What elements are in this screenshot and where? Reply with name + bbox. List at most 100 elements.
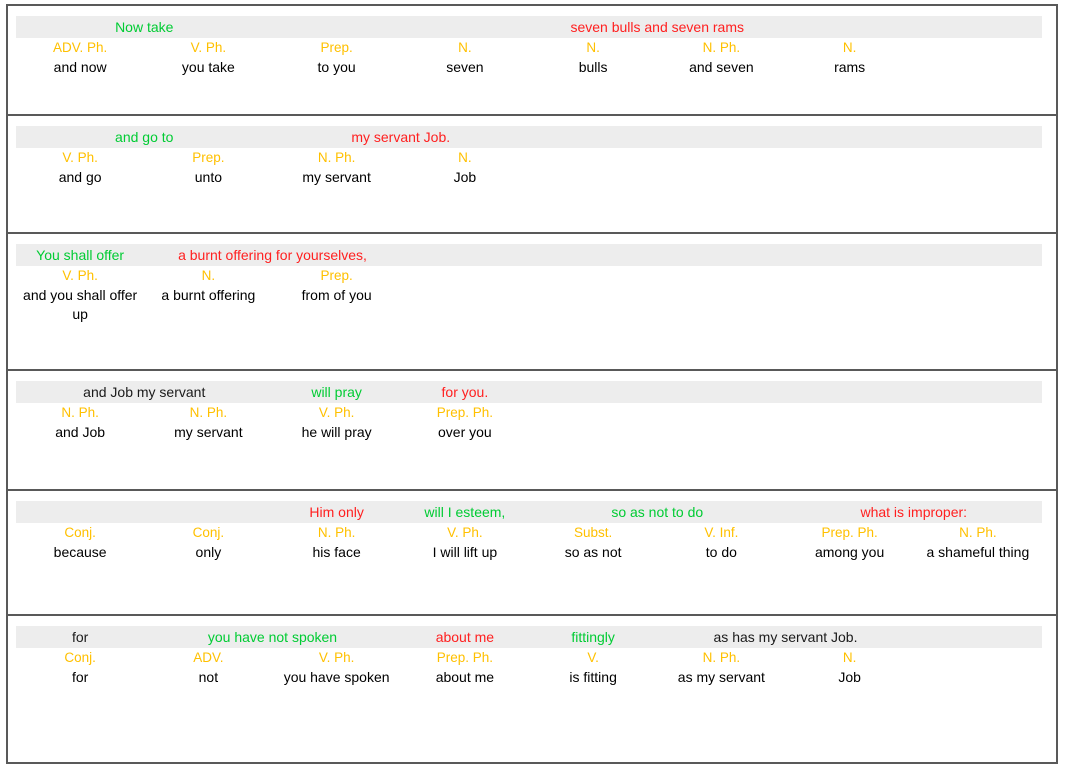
gloss-text: a shameful thing xyxy=(926,544,1030,560)
gloss-text: because xyxy=(53,544,107,560)
verse-row: and Job my servant will pray for you. N. Ph… xyxy=(8,371,1056,491)
translation-band: for you have not spoken about me fittingly a… xyxy=(16,626,1042,648)
gloss-text: and seven xyxy=(689,59,754,75)
gloss-text: unto xyxy=(194,169,222,185)
gloss-text: a burnt offering xyxy=(161,287,256,303)
gloss-columns: Conj. because Conj. only N. Ph. his face V. Ph… xyxy=(16,523,1042,562)
part-of-speech-label: Prep. xyxy=(192,150,225,165)
gloss-text: and go xyxy=(58,169,102,185)
gloss-text: is fitting xyxy=(569,669,617,685)
gloss-column: Conj. only xyxy=(144,523,272,562)
verse-row: and go to my servant Job. V. Ph. and go Prep… xyxy=(8,116,1056,234)
translation-segment: for xyxy=(71,629,89,645)
gloss-columns: V. Ph. and go Prep. unto N. Ph. my servant N. J… xyxy=(16,148,1042,187)
part-of-speech-label: V. Ph. xyxy=(190,40,227,55)
translation-segment: about me xyxy=(435,629,495,645)
part-of-speech-label: ADV. Ph. xyxy=(52,40,108,55)
part-of-speech-label: V. Ph. xyxy=(62,150,98,165)
part-of-speech-label: N. xyxy=(201,268,216,283)
gloss-text: rams xyxy=(834,59,866,75)
gloss-column: V. Ph. I will lift up xyxy=(401,523,529,562)
gloss-columns: ADV. Ph. and now V. Ph. you take Prep. to you… xyxy=(16,38,1042,77)
gloss-column: Prep. Ph. among you xyxy=(786,523,914,562)
part-of-speech-label: Subst. xyxy=(573,525,613,540)
part-of-speech-label: N. Ph. xyxy=(702,40,741,55)
part-of-speech-label: Prep. xyxy=(320,268,353,283)
part-of-speech-label: Prep. Ph. xyxy=(436,405,494,420)
translation-segment: as has my servant Job. xyxy=(713,629,858,645)
translation-segment: and Job my servant xyxy=(83,384,206,400)
translation-segment: and go to xyxy=(115,129,174,145)
translation-segment: will pray xyxy=(311,384,362,400)
verse-row: Him only will I esteem, so as not to do wha… xyxy=(8,491,1056,616)
translation-band: You shall offer a burnt offering for your… xyxy=(16,244,1042,266)
gloss-text: over you xyxy=(438,424,492,440)
translation-segment: my servant Job. xyxy=(351,129,451,145)
gloss-column: Conj. for xyxy=(16,648,144,687)
part-of-speech-label: V. Inf. xyxy=(704,525,739,540)
gloss-text: he will pray xyxy=(301,424,372,440)
part-of-speech-label: ADV. xyxy=(193,650,224,665)
gloss-text: I will lift up xyxy=(432,544,498,560)
translation-segment: You shall offer xyxy=(36,247,125,263)
translation-band: Him only will I esteem, so as not to do wha… xyxy=(16,501,1042,523)
translation-segment: you have not spoken xyxy=(207,629,338,645)
gloss-column: V. Ph. and go xyxy=(16,148,144,187)
gloss-column: ADV. Ph. and now xyxy=(16,38,144,77)
gloss-text: seven xyxy=(446,59,484,75)
part-of-speech-label: N. Ph. xyxy=(61,405,99,420)
part-of-speech-label: N. xyxy=(842,40,857,55)
gloss-column: N. Job xyxy=(401,148,529,187)
gloss-text: as my servant xyxy=(677,669,765,685)
gloss-text: from of you xyxy=(301,287,372,303)
interlinear-table: Now take seven bulls and seven rams ADV. P… xyxy=(6,4,1058,764)
gloss-column: V. Inf. to do xyxy=(657,523,785,562)
translation-segment: for you. xyxy=(441,384,489,400)
gloss-column: Prep. unto xyxy=(144,148,272,187)
gloss-column: N. Ph. his face xyxy=(273,523,401,562)
gloss-column: V. Ph. and you shall offer up xyxy=(16,266,144,324)
gloss-text: Job xyxy=(838,669,861,685)
gloss-text: only xyxy=(195,544,222,560)
gloss-column: N. seven xyxy=(401,38,529,77)
gloss-column: Prep. Ph. about me xyxy=(401,648,529,687)
part-of-speech-label: N. Ph. xyxy=(702,650,741,665)
translation-segment: a burnt offering for yourselves, xyxy=(178,247,367,263)
gloss-text: among you xyxy=(814,544,885,560)
gloss-text: my servant xyxy=(174,424,243,440)
gloss-column: Prep. from of you xyxy=(273,266,401,305)
part-of-speech-label: Conj. xyxy=(64,525,96,540)
gloss-column: N. Ph. as my servant xyxy=(657,648,785,687)
part-of-speech-label: N. xyxy=(586,40,600,55)
gloss-column: N. rams xyxy=(786,38,914,77)
gloss-column: N. Ph. my servant xyxy=(144,403,272,442)
part-of-speech-label: Prep. Ph. xyxy=(821,525,878,540)
gloss-text: so as not xyxy=(564,544,622,560)
gloss-column: N. Ph. and seven xyxy=(657,38,785,77)
part-of-speech-label: V. Ph. xyxy=(318,650,355,665)
part-of-speech-label: N. xyxy=(458,40,472,55)
gloss-text: and you shall offer up xyxy=(23,287,138,322)
gloss-text: bulls xyxy=(578,59,608,75)
gloss-column: V. is fitting xyxy=(529,648,657,687)
part-of-speech-label: V. Ph. xyxy=(447,525,483,540)
gloss-text: to do xyxy=(705,544,737,560)
gloss-text: and now xyxy=(53,59,107,75)
part-of-speech-label: N. xyxy=(842,650,857,665)
part-of-speech-label: Prep. xyxy=(320,40,353,55)
part-of-speech-label: V. Ph. xyxy=(62,268,98,283)
part-of-speech-label: Prep. Ph. xyxy=(436,650,494,665)
gloss-columns: Conj. for ADV. not V. Ph. you have spoken Prep… xyxy=(16,648,1042,687)
gloss-column: N. bulls xyxy=(529,38,657,77)
gloss-column: N. Job xyxy=(786,648,914,687)
gloss-columns: N. Ph. and Job N. Ph. my servant V. Ph. he wi… xyxy=(16,403,1042,442)
part-of-speech-label: N. Ph. xyxy=(959,525,997,540)
gloss-columns: V. Ph. and you shall offer up N. a burnt of… xyxy=(16,266,1042,324)
gloss-column: V. Ph. you take xyxy=(144,38,272,77)
gloss-column: V. Ph. he will pray xyxy=(273,403,401,442)
part-of-speech-label: V. xyxy=(587,650,599,665)
gloss-text: his face xyxy=(312,544,361,560)
gloss-text: and Job xyxy=(55,424,106,440)
gloss-text: my servant xyxy=(302,169,371,185)
translation-segment: so as not to do xyxy=(611,504,704,520)
